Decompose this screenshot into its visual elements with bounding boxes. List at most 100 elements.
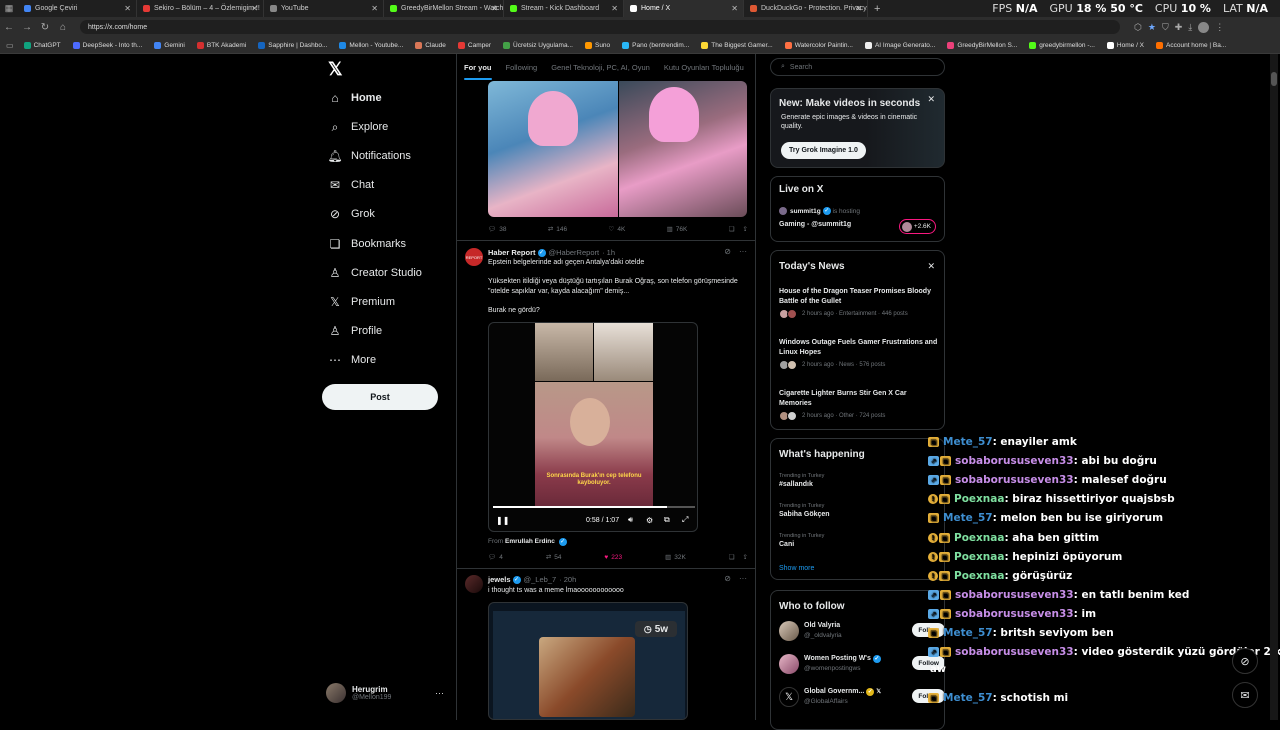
haber-report-avatar[interactable]: REPORT bbox=[465, 248, 483, 266]
bookmark-item[interactable]: greedybirmellon -... bbox=[1029, 41, 1095, 49]
nav-item-chat[interactable]: ✉ Chat bbox=[328, 174, 374, 196]
chat-username[interactable]: sobaborususeven33 bbox=[955, 608, 1074, 620]
bookmark-icon[interactable]: ❏ bbox=[729, 225, 735, 233]
browser-tab[interactable]: GreedyBirMellon Stream - Watch L... ✕ bbox=[384, 0, 504, 17]
chat-username[interactable]: sobaborususeven33 bbox=[955, 455, 1074, 467]
tweet-time[interactable]: · 20h bbox=[559, 575, 576, 584]
browser-tab[interactable]: Sekiro – Bölüm – 4 – Özlemigim !! ✕ bbox=[137, 0, 264, 17]
nav-item-premium[interactable]: 𝕏 Premium bbox=[328, 291, 395, 313]
bookmark-item[interactable]: Watercolor Paintin... bbox=[784, 41, 853, 49]
close-icon[interactable]: ✕ bbox=[927, 94, 935, 105]
browser-tab[interactable]: Stream - Kick Dashboard ✕ bbox=[504, 0, 624, 17]
like-button[interactable]: ♡ 4K bbox=[609, 225, 626, 234]
tweet-video-player[interactable]: Sonrasında Burak'ın cep telefonu kaybolu… bbox=[488, 322, 698, 532]
chat-username[interactable]: Poexnaa bbox=[954, 493, 1004, 505]
browser-tab[interactable]: Home / X ✕ bbox=[624, 0, 744, 17]
page-scrollbar[interactable] bbox=[1270, 54, 1278, 720]
tab-genel-teknoloji[interactable]: Genel Teknoloji, PC, AI, Oyun bbox=[551, 63, 650, 72]
profile-avatar[interactable] bbox=[1198, 21, 1210, 33]
news-item[interactable]: House of the Dragon Teaser Promises Bloo… bbox=[779, 287, 939, 319]
nav-item-explore[interactable]: ⌕ Explore bbox=[328, 116, 389, 138]
trend-item[interactable]: Trending in Turkey Sabiha Gökçen bbox=[779, 503, 830, 518]
grok-icon[interactable]: ⊘ bbox=[724, 574, 731, 583]
bookmark-item[interactable]: Account home | Ba... bbox=[1156, 41, 1226, 49]
nav-item-notifications[interactable]: 🔔︎ Notifications bbox=[327, 145, 411, 167]
reply-button[interactable]: 💬︎ 38 bbox=[488, 225, 507, 234]
chat-username[interactable]: Mete_57 bbox=[943, 627, 993, 639]
tab-for-you[interactable]: For you bbox=[464, 63, 492, 80]
post-button[interactable]: Post bbox=[322, 384, 438, 410]
share-icon[interactable]: ⇪ bbox=[743, 553, 748, 561]
repost-button[interactable]: ⇄ 54 bbox=[546, 553, 562, 562]
bookmark-item[interactable]: GreedyBirMellon S... bbox=[947, 41, 1017, 49]
more-dots-icon[interactable]: ··· bbox=[435, 688, 444, 698]
reload-icon[interactable]: ↻ bbox=[36, 17, 54, 37]
close-tab-icon[interactable]: ✕ bbox=[124, 4, 131, 13]
grok-icon[interactable]: ⊘ bbox=[724, 247, 731, 256]
x-logo-icon[interactable]: 𝕏 bbox=[328, 60, 346, 78]
fullscreen-icon[interactable]: ⤢ bbox=[682, 515, 688, 525]
search-input[interactable]: ⌕ Search bbox=[770, 58, 945, 76]
tweet-image-right[interactable] bbox=[618, 81, 747, 217]
pip-icon[interactable]: ⧉ bbox=[664, 515, 670, 525]
browser-tab[interactable]: Google Çeviri ✕ bbox=[18, 0, 137, 17]
views-button[interactable]: ▥ 76K bbox=[667, 225, 688, 234]
new-tab-button[interactable]: + bbox=[868, 3, 886, 15]
settings-icon[interactable]: ⚙ bbox=[646, 516, 653, 525]
bookmark-item[interactable]: Pano (bentrendim... bbox=[622, 41, 689, 49]
jewels-avatar[interactable] bbox=[465, 575, 483, 593]
tweet-image-left[interactable] bbox=[488, 81, 618, 217]
live-stream-title[interactable]: Gaming - @summit1g bbox=[779, 221, 851, 228]
nav-item-bookmarks[interactable]: ❏ Bookmarks bbox=[328, 233, 406, 255]
chat-username[interactable]: Poexnaa bbox=[954, 570, 1004, 582]
news-item[interactable]: Cigarette Lighter Burns Stir Gen X Car M… bbox=[779, 389, 939, 421]
source-author[interactable]: Emrullah Erdinc bbox=[505, 538, 555, 545]
nav-item-creator-studio[interactable]: ♙ Creator Studio bbox=[328, 262, 422, 284]
tweet-time[interactable]: · 1h bbox=[602, 248, 615, 257]
bookmark-item[interactable]: DeepSeek - Into th... bbox=[72, 41, 142, 49]
like-button[interactable]: ♥ 223 bbox=[604, 554, 622, 561]
trend-item[interactable]: Trending in Turkey #sallandık bbox=[779, 473, 824, 488]
repost-button[interactable]: ⇄ 146 bbox=[548, 225, 567, 234]
nav-item-home[interactable]: ⌂ Home bbox=[328, 87, 381, 109]
tab-kutu-oyunlari[interactable]: Kutu Oyunları Topluluğu bbox=[664, 63, 744, 72]
bookmark-item[interactable]: BTK Akademi bbox=[196, 41, 246, 49]
bookmark-item[interactable]: Home / X bbox=[1106, 41, 1144, 49]
bookmark-item[interactable]: Suno bbox=[584, 41, 610, 49]
close-tab-icon[interactable]: ✕ bbox=[371, 4, 378, 13]
bookmark-item[interactable]: Mellon - Youtube... bbox=[339, 41, 403, 49]
messages-fab-icon[interactable]: ✉ bbox=[1232, 682, 1258, 708]
bookmark-item[interactable]: AI Image Generato... bbox=[864, 41, 935, 49]
bookmark-item[interactable]: Gemini bbox=[154, 41, 185, 49]
star-icon[interactable]: ★ bbox=[1148, 22, 1156, 33]
browser-tab[interactable]: YouTube ✕ bbox=[264, 0, 384, 17]
more-dots-icon[interactable]: ··· bbox=[739, 574, 747, 583]
close-tab-icon[interactable]: ✕ bbox=[731, 4, 738, 13]
tweet-media-image[interactable]: ◷ 5w bbox=[488, 602, 688, 720]
author-name[interactable]: Haber Report bbox=[488, 248, 536, 257]
home-browser-icon[interactable]: ⌂ bbox=[54, 17, 72, 37]
bookmark-item[interactable]: ChatGPT bbox=[23, 41, 61, 49]
follow-suggestion[interactable]: Old Valyria @_oldvalyria Follow bbox=[779, 619, 944, 643]
author-handle[interactable]: @_Leb_7 bbox=[524, 575, 557, 584]
chat-username[interactable]: sobaborususeven33 bbox=[955, 474, 1074, 486]
pause-icon[interactable]: ❚❚ bbox=[496, 516, 509, 525]
chat-username[interactable]: Mete_57 bbox=[943, 512, 993, 524]
shield-icon[interactable]: ⛉ bbox=[1162, 22, 1169, 33]
author-name[interactable]: jewels bbox=[488, 575, 511, 584]
follow-suggestion[interactable]: Women Posting W's ✓ @womenpostingws Follo… bbox=[779, 652, 944, 676]
volume-icon[interactable]: 🔊︎ bbox=[628, 515, 633, 525]
video-progress-bar[interactable] bbox=[493, 506, 695, 508]
account-switcher[interactable]: Herugrim @Mellon199 ··· bbox=[326, 680, 450, 706]
bookmark-item[interactable]: The Biggest Gamer... bbox=[701, 41, 773, 49]
close-tab-icon[interactable]: ✕ bbox=[491, 4, 498, 13]
extension-icon[interactable]: ⬡ bbox=[1134, 22, 1142, 33]
nav-item-profile[interactable]: ♙ Profile bbox=[328, 320, 383, 342]
chat-username[interactable]: sobaborususeven33 bbox=[955, 646, 1074, 658]
window-menu-icon[interactable]: ▦ bbox=[0, 0, 18, 17]
views-button[interactable]: ▥ 32K bbox=[665, 553, 686, 562]
more-dots-icon[interactable]: ··· bbox=[739, 247, 747, 256]
forward-icon[interactable]: → bbox=[18, 17, 36, 37]
bookmark-item[interactable]: Ücretsiz Uygulama... bbox=[503, 41, 573, 49]
trend-item[interactable]: Trending in Turkey Cani bbox=[779, 533, 824, 548]
